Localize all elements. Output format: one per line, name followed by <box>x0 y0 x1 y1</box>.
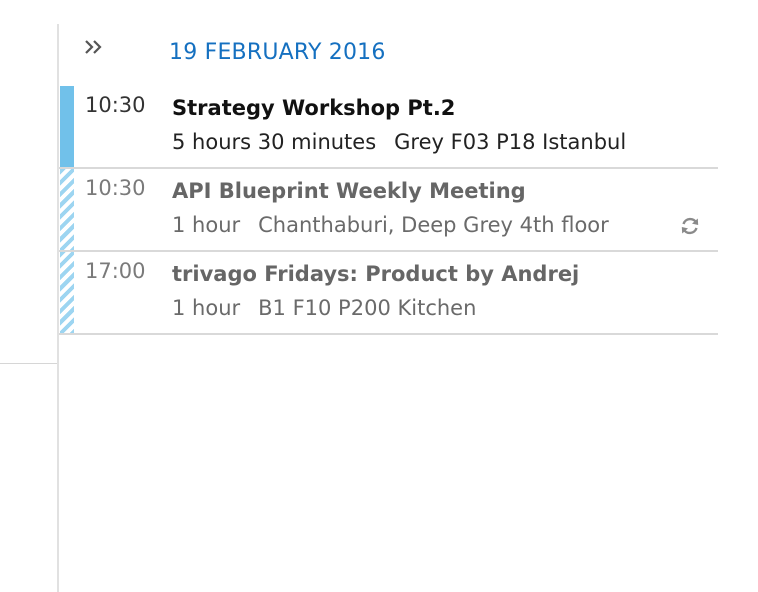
expand-peek-button[interactable] <box>77 32 111 62</box>
appointment-duration: 1 hour <box>172 296 241 320</box>
appointment-time: 10:30 <box>85 93 146 117</box>
appointment-location: B1 F10 P200 Kitchen <box>258 296 477 320</box>
recurrence-icon <box>677 213 703 239</box>
left-pane-divider <box>0 363 57 364</box>
calendar-view: 19 FEBRUARY 2016 10:30 Strategy Workshop… <box>0 0 758 592</box>
appointment-title: API Blueprint Weekly Meeting <box>172 179 526 203</box>
appointment-location: Chanthaburi, Deep Grey 4th floor <box>258 213 609 237</box>
appointment-location: Grey F03 P18 Istanbul <box>394 130 627 154</box>
appointment-title: trivago Fridays: Product by Andrej <box>172 262 580 286</box>
appointment-duration: 5 hours 30 minutes <box>172 130 377 154</box>
double-chevron-right-icon <box>85 40 102 54</box>
appointment-item[interactable]: 10:30 API Blueprint Weekly Meeting 1 hou… <box>59 169 718 252</box>
appointment-time: 10:30 <box>85 176 146 200</box>
busy-status-bar <box>60 86 74 167</box>
appointment-details: 1 hour B1 F10 P200 Kitchen <box>172 296 476 320</box>
appointment-details: 1 hour Chanthaburi, Deep Grey 4th floor <box>172 213 609 237</box>
tentative-status-bar <box>60 252 74 333</box>
calendar-peek-pane: 19 FEBRUARY 2016 10:30 Strategy Workshop… <box>59 24 758 592</box>
appointment-title: Strategy Workshop Pt.2 <box>172 96 456 120</box>
appointment-item[interactable]: 17:00 trivago Fridays: Product by Andrej… <box>59 252 718 335</box>
tentative-status-bar <box>60 169 74 250</box>
appointment-duration: 1 hour <box>172 213 241 237</box>
date-header: 19 FEBRUARY 2016 <box>169 40 386 65</box>
appointment-time: 17:00 <box>85 259 146 283</box>
appointment-item[interactable]: 10:30 Strategy Workshop Pt.2 5 hours 30 … <box>59 86 718 169</box>
appointment-details: 5 hours 30 minutes Grey F03 P18 Istanbul <box>172 130 626 154</box>
appointment-list: 10:30 Strategy Workshop Pt.2 5 hours 30 … <box>59 86 718 335</box>
